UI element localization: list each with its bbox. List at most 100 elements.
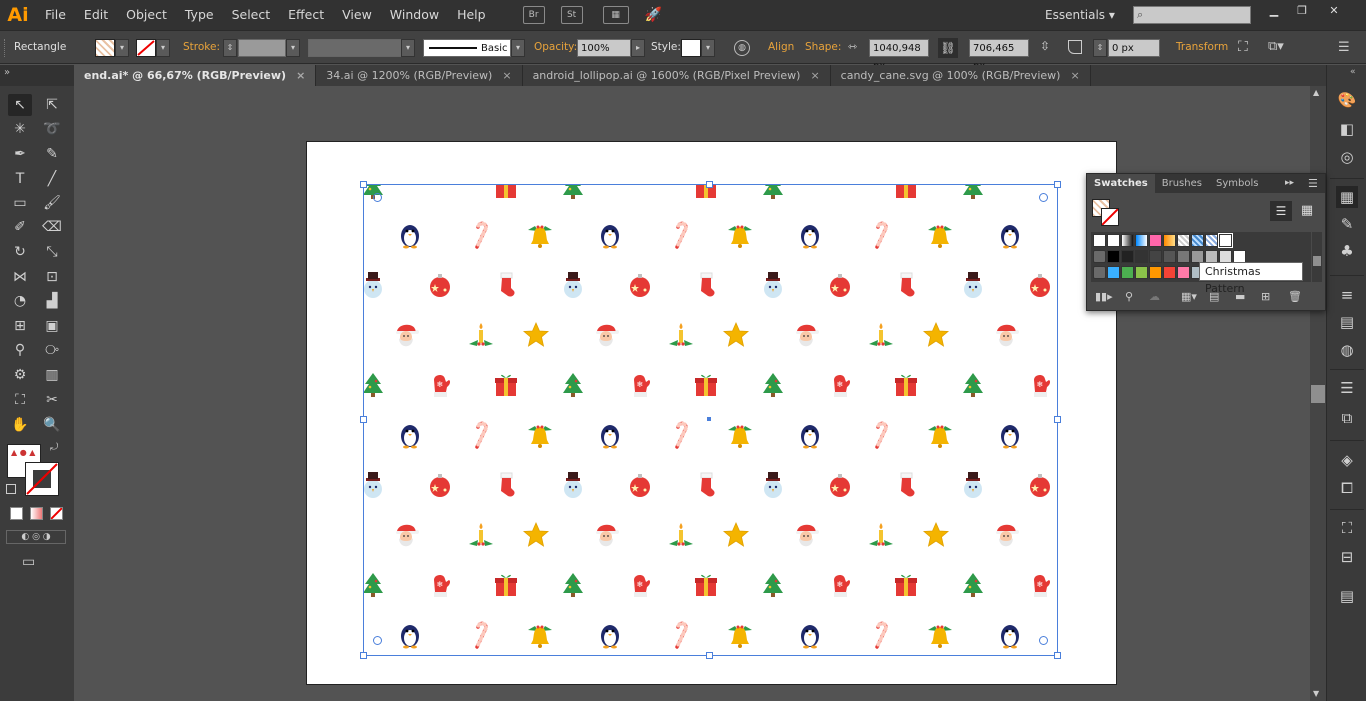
stock-icon[interactable]: St bbox=[560, 6, 583, 24]
shaper-tool-icon[interactable]: ✐ bbox=[8, 216, 32, 238]
gpu-performance-icon[interactable]: 🚀 bbox=[645, 7, 662, 23]
swatch-chip[interactable] bbox=[1163, 234, 1176, 247]
scrollbar-thumb[interactable] bbox=[1311, 385, 1325, 403]
swatch-chip[interactable] bbox=[1163, 250, 1176, 263]
fill-stroke-indicator[interactable] bbox=[1092, 199, 1120, 227]
color-guide-icon[interactable]: ◧ bbox=[1336, 118, 1358, 140]
tab-brushes[interactable]: Brushes bbox=[1155, 174, 1209, 193]
slice-tool-icon[interactable]: ✂ bbox=[40, 389, 64, 411]
swatch-chip[interactable] bbox=[1177, 250, 1190, 263]
corner-radius-stepper[interactable]: ⇕ bbox=[1093, 39, 1107, 57]
screen-mode-icon[interactable]: ▭ bbox=[22, 554, 35, 570]
swatch-chip[interactable] bbox=[1149, 250, 1162, 263]
swatch-chip[interactable] bbox=[1135, 266, 1148, 279]
eraser-tool-icon[interactable]: ⌫ bbox=[40, 216, 64, 238]
layers-panel-icon[interactable]: ◈ bbox=[1336, 449, 1358, 471]
swatch-chip[interactable] bbox=[1177, 234, 1190, 247]
pen-tool-icon[interactable]: ✒ bbox=[8, 143, 32, 165]
resize-handle-top-left[interactable] bbox=[360, 181, 367, 188]
menu-object[interactable]: Object bbox=[117, 0, 176, 30]
menu-view[interactable]: View bbox=[333, 0, 381, 30]
close-tab-icon[interactable]: × bbox=[1070, 69, 1079, 82]
panel-menu-icon[interactable]: ☰ bbox=[1338, 40, 1350, 55]
graphic-style-dropdown[interactable]: ▾ bbox=[701, 39, 715, 57]
minimize-button[interactable]: ▁ bbox=[1262, 4, 1286, 18]
gradient-mode-icon[interactable] bbox=[30, 507, 43, 520]
swatch-chip[interactable] bbox=[1135, 234, 1148, 247]
resize-handle-right[interactable] bbox=[1054, 416, 1061, 423]
symbols-panel-icon[interactable]: ♣ bbox=[1336, 240, 1358, 262]
artboard-tool-icon[interactable]: ⛶ bbox=[8, 389, 32, 411]
scroll-down-icon[interactable]: ▼ bbox=[1313, 689, 1319, 698]
close-tab-icon[interactable]: × bbox=[502, 69, 511, 82]
new-swatch-icon[interactable]: ⊞ bbox=[1261, 290, 1270, 303]
swatch-chip[interactable] bbox=[1149, 266, 1162, 279]
height-input[interactable]: 706,465 px bbox=[969, 39, 1029, 72]
scale-tool-icon[interactable]: ⤡ bbox=[40, 241, 64, 263]
resize-handle-left[interactable] bbox=[360, 416, 367, 423]
panel-options-icon[interactable]: ☰ bbox=[1308, 177, 1318, 190]
magic-wand-tool-icon[interactable]: ✳ bbox=[8, 118, 32, 140]
zoom-tool-icon[interactable]: 🔍 bbox=[40, 414, 64, 436]
variable-width-profile[interactable] bbox=[308, 39, 402, 57]
fill-dropdown[interactable]: ▾ bbox=[115, 39, 129, 57]
tab-candy-cane[interactable]: candy_cane.svg @ 100% (RGB/Preview) × bbox=[830, 65, 1091, 86]
stroke-weight-dropdown[interactable]: ▾ bbox=[286, 39, 300, 57]
brush-definition[interactable]: Basic bbox=[423, 39, 511, 57]
arrange-documents-icon[interactable]: ▦ bbox=[602, 6, 629, 24]
color-panel-icon[interactable]: 🎨 bbox=[1336, 89, 1358, 111]
resize-handle-bottom[interactable] bbox=[706, 652, 713, 659]
close-tab-icon[interactable]: × bbox=[810, 69, 819, 82]
link-proportions-icon[interactable]: ⛓ bbox=[938, 38, 958, 58]
workspace-switcher[interactable]: Essentials ▾ bbox=[1045, 0, 1115, 30]
swatch-chip[interactable] bbox=[1177, 266, 1190, 279]
eyedropper-tool-icon[interactable]: ⚲ bbox=[8, 339, 32, 361]
line-segment-tool-icon[interactable]: ╱ bbox=[40, 168, 64, 190]
swatch-chip[interactable] bbox=[1093, 234, 1106, 247]
swatch-chip[interactable] bbox=[1107, 250, 1120, 263]
corner-type-icon[interactable] bbox=[1068, 40, 1082, 54]
tab-android-lollipop[interactable]: android_lollipop.ai @ 1600% (RGB/Pixel P… bbox=[522, 65, 831, 86]
thumbnail-view-icon[interactable]: ▦ bbox=[1296, 201, 1318, 221]
swatch-chip[interactable] bbox=[1121, 250, 1134, 263]
live-corner-widget[interactable] bbox=[1039, 636, 1048, 645]
appearance-panel-icon[interactable]: ☰ bbox=[1336, 377, 1358, 399]
default-fill-stroke-icon[interactable] bbox=[6, 484, 16, 494]
swatch-chip[interactable] bbox=[1149, 234, 1162, 247]
stroke-color-box[interactable] bbox=[25, 462, 59, 496]
gradient-tool-icon[interactable]: ▣ bbox=[40, 315, 64, 337]
close-button[interactable]: ✕ bbox=[1322, 4, 1346, 18]
swatch-chip[interactable] bbox=[1205, 234, 1218, 247]
shape-label[interactable]: Shape: bbox=[805, 41, 841, 53]
gradient-panel-icon[interactable]: ▤ bbox=[1336, 311, 1358, 333]
stroke-weight-input[interactable] bbox=[238, 39, 286, 57]
width-tool-icon[interactable]: ⋈ bbox=[8, 266, 32, 288]
menu-effect[interactable]: Effect bbox=[279, 0, 333, 30]
free-transform-tool-icon[interactable]: ⊡ bbox=[40, 266, 64, 288]
width-input[interactable]: 1040,948 px bbox=[869, 39, 929, 72]
arrange-icon[interactable]: ⧉▾ bbox=[1268, 39, 1284, 54]
bridge-icon[interactable]: Br bbox=[522, 6, 545, 24]
color-mode-icon[interactable] bbox=[10, 507, 23, 520]
none-mode-icon[interactable] bbox=[50, 507, 63, 520]
curvature-tool-icon[interactable]: ✎ bbox=[40, 143, 64, 165]
show-swatch-kinds-icon[interactable]: ⚲ bbox=[1125, 290, 1133, 303]
swatch-chip[interactable] bbox=[1107, 266, 1120, 279]
direct-selection-tool-icon[interactable]: ⇱ bbox=[40, 94, 64, 116]
panel-collapse-icon[interactable]: ▸▸ bbox=[1285, 178, 1294, 188]
profile-dropdown[interactable]: ▾ bbox=[401, 39, 415, 57]
isolate-selection-icon[interactable]: ⛶ bbox=[1238, 39, 1248, 55]
fill-swatch[interactable] bbox=[95, 39, 115, 57]
pathfinder-panel-icon[interactable]: ▤ bbox=[1336, 585, 1358, 607]
search-stock-input[interactable]: ⌕ bbox=[1133, 6, 1251, 24]
align-panel-icon[interactable]: ⊟ bbox=[1336, 546, 1358, 568]
stroke-swatch[interactable] bbox=[136, 39, 156, 57]
transform-panel-icon[interactable]: ⛶ bbox=[1336, 517, 1358, 539]
swatches-panel-icon[interactable]: ▦ bbox=[1336, 186, 1358, 208]
swatch-scrollbar[interactable] bbox=[1312, 232, 1322, 282]
selection-tool-icon[interactable]: ↖ bbox=[8, 94, 32, 116]
show-swatch-kinds-menu-icon[interactable]: ▦▾ bbox=[1181, 290, 1197, 303]
swap-fill-stroke-icon[interactable]: ⤾ bbox=[50, 442, 58, 453]
recolor-artwork-icon[interactable]: ◍ bbox=[734, 40, 750, 56]
cc-libraries-icon[interactable]: ◎ bbox=[1336, 146, 1358, 168]
